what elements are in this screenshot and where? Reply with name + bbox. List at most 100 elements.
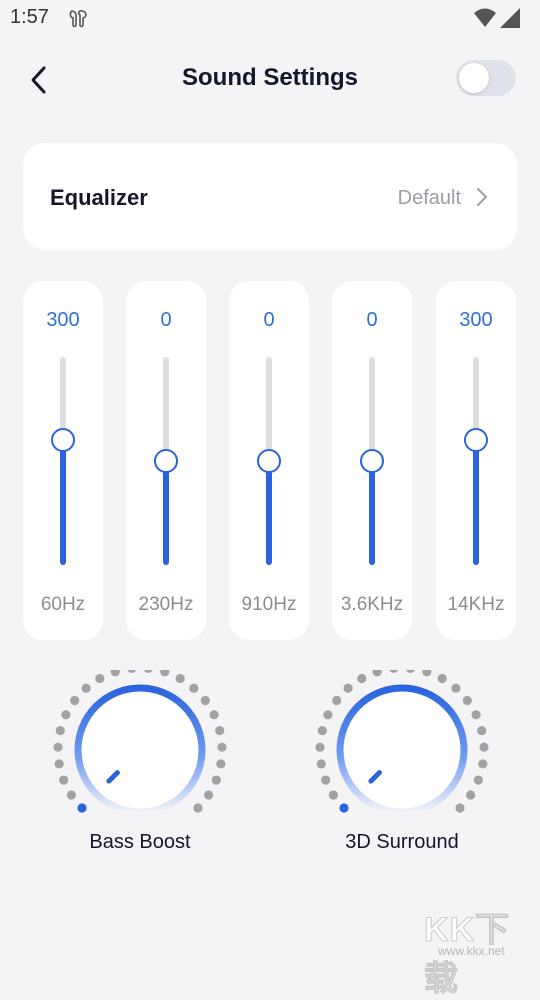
knob-scale-dot — [144, 670, 153, 673]
band-slider-thumb[interactable] — [360, 449, 384, 473]
status-bar: 1:57 — [0, 0, 540, 38]
surround-dial[interactable] — [312, 670, 492, 830]
knob-scale-dot — [110, 670, 120, 677]
bass-boost-dial[interactable] — [50, 670, 230, 830]
knob-scale-dot — [316, 759, 326, 769]
band-3-6khz: 0 3.6KHz — [332, 281, 412, 640]
knob-scale-dot — [66, 790, 76, 800]
band-slider-fill — [60, 440, 66, 565]
knob-scale-dot — [59, 775, 69, 785]
knob-scale-dot — [61, 710, 71, 720]
knob-scale-dot — [215, 726, 225, 736]
knob-scale-dot — [372, 670, 382, 677]
knob-scale-dot — [53, 742, 63, 752]
band-frequency-label: 14KHz — [447, 594, 505, 615]
equalizer-label: Equalizer — [50, 185, 148, 210]
header: Sound Settings — [0, 50, 540, 110]
knob-scale-dot — [437, 673, 447, 684]
band-frequency-label: 910Hz — [241, 594, 297, 615]
band-slider-thumb[interactable] — [257, 449, 281, 473]
knob-scale-dot — [471, 710, 481, 720]
band-slider[interactable] — [464, 357, 488, 565]
knob-scale-dot — [451, 683, 461, 693]
knob-scale-dot — [81, 683, 91, 693]
band-slider-thumb[interactable] — [154, 449, 178, 473]
bass-boost-control: Bass Boost — [50, 670, 230, 860]
surround-control: 3D Surround — [312, 670, 492, 860]
knob-scale-dot — [160, 670, 170, 677]
knob-scale-dot — [455, 803, 465, 813]
wifi-icon — [474, 8, 496, 27]
band-910hz: 0 910Hz — [229, 281, 309, 640]
band-frequency-label: 60Hz — [40, 594, 86, 615]
knob-scale-dot — [422, 670, 432, 677]
knob-scale-dot — [477, 726, 487, 736]
knob-scale-dot — [55, 726, 65, 736]
earbuds-notification-icon — [69, 9, 87, 28]
band-slider[interactable] — [51, 357, 75, 565]
band-value: 0 — [263, 309, 275, 331]
band-value: 300 — [46, 309, 80, 331]
knob-dial-ring — [336, 684, 468, 816]
knob-scale-dot — [317, 726, 327, 736]
signal-icon — [500, 8, 520, 28]
knob-scale-dot — [216, 759, 226, 769]
band-slider-fill — [266, 461, 272, 565]
knob-scale-dot — [211, 775, 221, 785]
band-slider[interactable] — [154, 357, 178, 565]
knob-scale-dot — [209, 710, 219, 720]
toggle-knob — [459, 63, 489, 93]
knob-dial-ring — [74, 684, 206, 816]
band-230hz: 0 230Hz — [126, 281, 206, 640]
surround-label: 3D Surround — [345, 831, 459, 853]
equalizer-preset-value: Default — [397, 187, 461, 209]
knob-scale-dot — [357, 673, 367, 684]
knob-scale-dot — [323, 710, 333, 720]
knob-scale-dot — [95, 673, 105, 684]
knob-scale-dot — [315, 742, 325, 752]
band-slider-thumb[interactable] — [464, 428, 488, 452]
knob-scale-dot-active — [339, 803, 349, 813]
knob-scale-dot — [328, 790, 338, 800]
watermark-url: www.kkx.net — [438, 944, 505, 958]
band-slider-fill — [473, 440, 479, 565]
knob-scale-dot — [332, 695, 342, 706]
knob-scale-dot — [389, 670, 398, 673]
knob-scale-dot-active — [77, 803, 87, 813]
band-value: 0 — [366, 309, 378, 331]
chevron-right-icon — [477, 188, 487, 206]
knob-scale-dot — [343, 683, 353, 693]
equalizer-preset-row[interactable]: Equalizer Default — [23, 143, 517, 250]
knob-scale-dot — [127, 670, 136, 673]
band-frequency-label: 3.6KHz — [340, 594, 404, 615]
knob-scale-dot — [217, 742, 227, 752]
knob-scale-dot — [478, 759, 488, 769]
band-slider[interactable] — [360, 357, 384, 565]
knob-scale-dot — [479, 742, 489, 752]
knob-scale-dot — [189, 683, 199, 693]
knob-scale-dot — [193, 803, 203, 813]
knob-scale-dot — [321, 775, 331, 785]
band-slider[interactable] — [257, 357, 281, 565]
bass-boost-label: Bass Boost — [89, 831, 191, 853]
band-value: 0 — [160, 309, 172, 331]
sound-effects-toggle[interactable] — [456, 60, 516, 96]
status-time: 1:57 — [10, 6, 49, 28]
knob-scale-dot — [462, 695, 472, 706]
band-14khz: 300 14KHz — [436, 281, 516, 640]
knob-scale-dot — [175, 673, 185, 684]
band-slider-fill — [163, 461, 169, 565]
band-slider-fill — [369, 461, 375, 565]
knob-scale-dot — [70, 695, 80, 706]
knob-scale-dot — [54, 759, 64, 769]
knob-scale-dot — [200, 695, 210, 706]
watermark: KK下载 www.kkx.net — [420, 900, 540, 999]
band-value: 300 — [459, 309, 493, 331]
band-slider-thumb[interactable] — [51, 428, 75, 452]
band-frequency-label: 230Hz — [138, 594, 194, 615]
knob-scale-dot — [466, 790, 476, 800]
knob-scale-dot — [473, 775, 483, 785]
knob-scale-dot — [406, 670, 415, 673]
knob-scale-dot — [204, 790, 214, 800]
band-60hz: 300 60Hz — [23, 281, 103, 640]
